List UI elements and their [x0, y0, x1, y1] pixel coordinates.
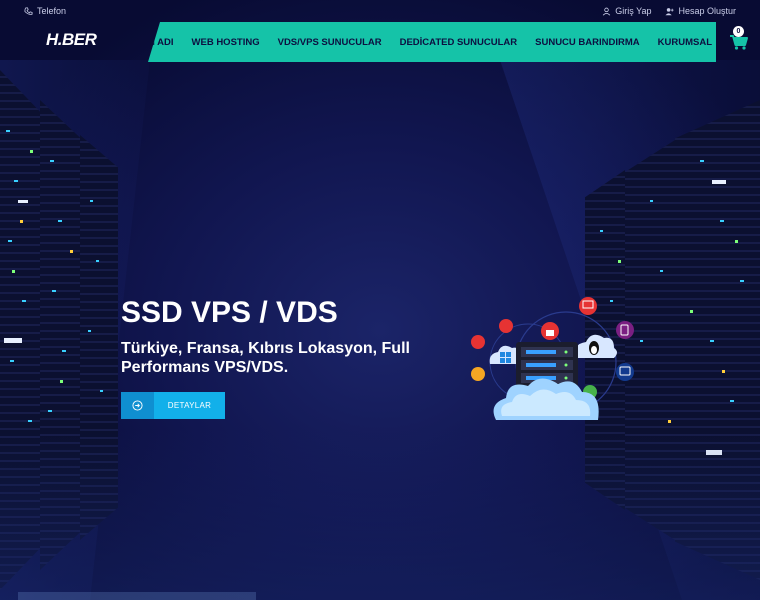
monitor-node-icon — [579, 297, 597, 315]
login-label: Giriş Yap — [615, 6, 652, 16]
top-bar: Telefon Giriş Yap Hesap Oluştur — [0, 0, 760, 22]
login-link[interactable]: Giriş Yap — [602, 6, 651, 16]
location-node-icon — [471, 335, 485, 349]
shield-node-icon — [499, 319, 513, 333]
nav-item-colocation[interactable]: SUNUCU BARINDIRMA — [535, 37, 640, 48]
hero-subtitle: Türkiye, Fransa, Kıbrıs Lokasyon, Full P… — [121, 340, 410, 376]
cta-icon-box — [121, 392, 154, 419]
arrow-circle-icon — [132, 400, 143, 411]
bus-node-icon — [616, 363, 634, 381]
settings-node-icon — [471, 367, 485, 381]
user-plus-icon — [665, 7, 675, 15]
phone-label: Telefon — [37, 6, 67, 16]
main-nav: N ADI WEB HOSTING VDS/VPS SUNUCULAR DEDİ… — [148, 22, 716, 62]
floor-glow — [0, 430, 760, 600]
hero-title: SSD VPS / VDS — [121, 296, 338, 329]
cloud-server-illustration — [471, 297, 634, 420]
bottom-strip — [18, 592, 256, 600]
nav-item-vds-vps[interactable]: VDS/VPS SUNUCULAR — [278, 37, 382, 48]
details-button[interactable]: DETAYLAR — [121, 392, 225, 419]
nav-item-web-hosting[interactable]: WEB HOSTING — [192, 37, 260, 48]
user-icon — [603, 7, 611, 16]
site-logo[interactable]: H.BER — [46, 30, 97, 50]
nav-item-dedicated[interactable]: DEDİCATED SUNUCULAR — [400, 37, 518, 48]
nav-item-corporate[interactable]: KURUMSAL — [658, 37, 712, 48]
main-header: H.BER N ADI WEB HOSTING VDS/VPS SUNUCULA… — [0, 22, 760, 62]
cart-button[interactable]: 0 — [728, 26, 750, 52]
phone-link[interactable]: Telefon — [24, 6, 66, 16]
cart-count-badge: 0 — [733, 26, 744, 37]
register-label: Hesap Oluştur — [678, 6, 736, 16]
register-link[interactable]: Hesap Oluştur — [665, 6, 736, 16]
nav-item-domain[interactable]: N ADI — [148, 37, 174, 48]
phone-icon — [24, 6, 33, 15]
hero-background — [0, 0, 760, 600]
details-button-label: DETAYLAR — [154, 392, 225, 419]
tablet-node-icon — [616, 321, 634, 339]
